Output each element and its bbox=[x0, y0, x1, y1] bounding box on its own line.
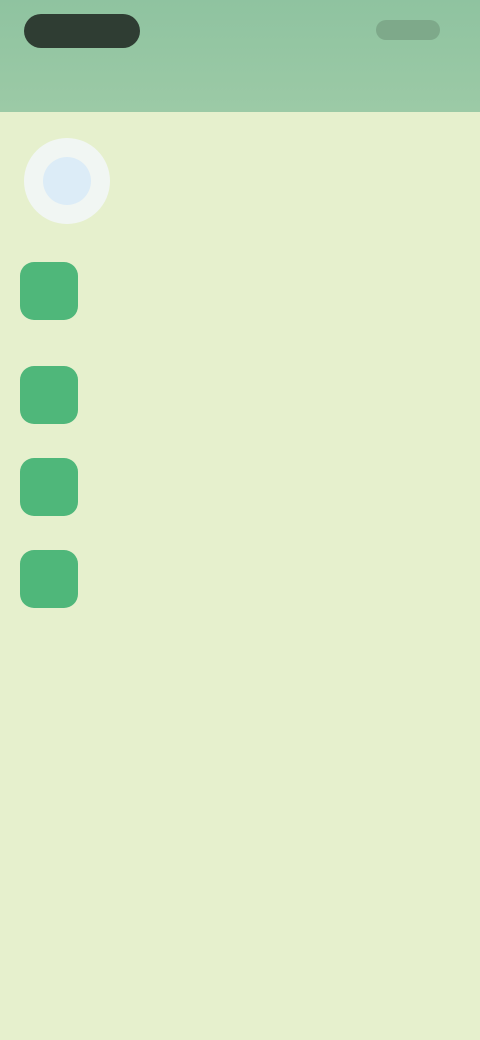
item-icon bbox=[20, 262, 78, 320]
avatar[interactable] bbox=[24, 138, 110, 224]
status-bar-indicators bbox=[376, 20, 440, 40]
item-icon bbox=[20, 550, 78, 608]
item-icon bbox=[20, 366, 78, 424]
profile-row[interactable] bbox=[0, 130, 480, 230]
item-icon bbox=[20, 458, 78, 516]
status-bar-time-pill bbox=[24, 14, 140, 48]
avatar-icon bbox=[43, 157, 91, 205]
page-title bbox=[0, 74, 480, 102]
app-header bbox=[0, 0, 480, 112]
